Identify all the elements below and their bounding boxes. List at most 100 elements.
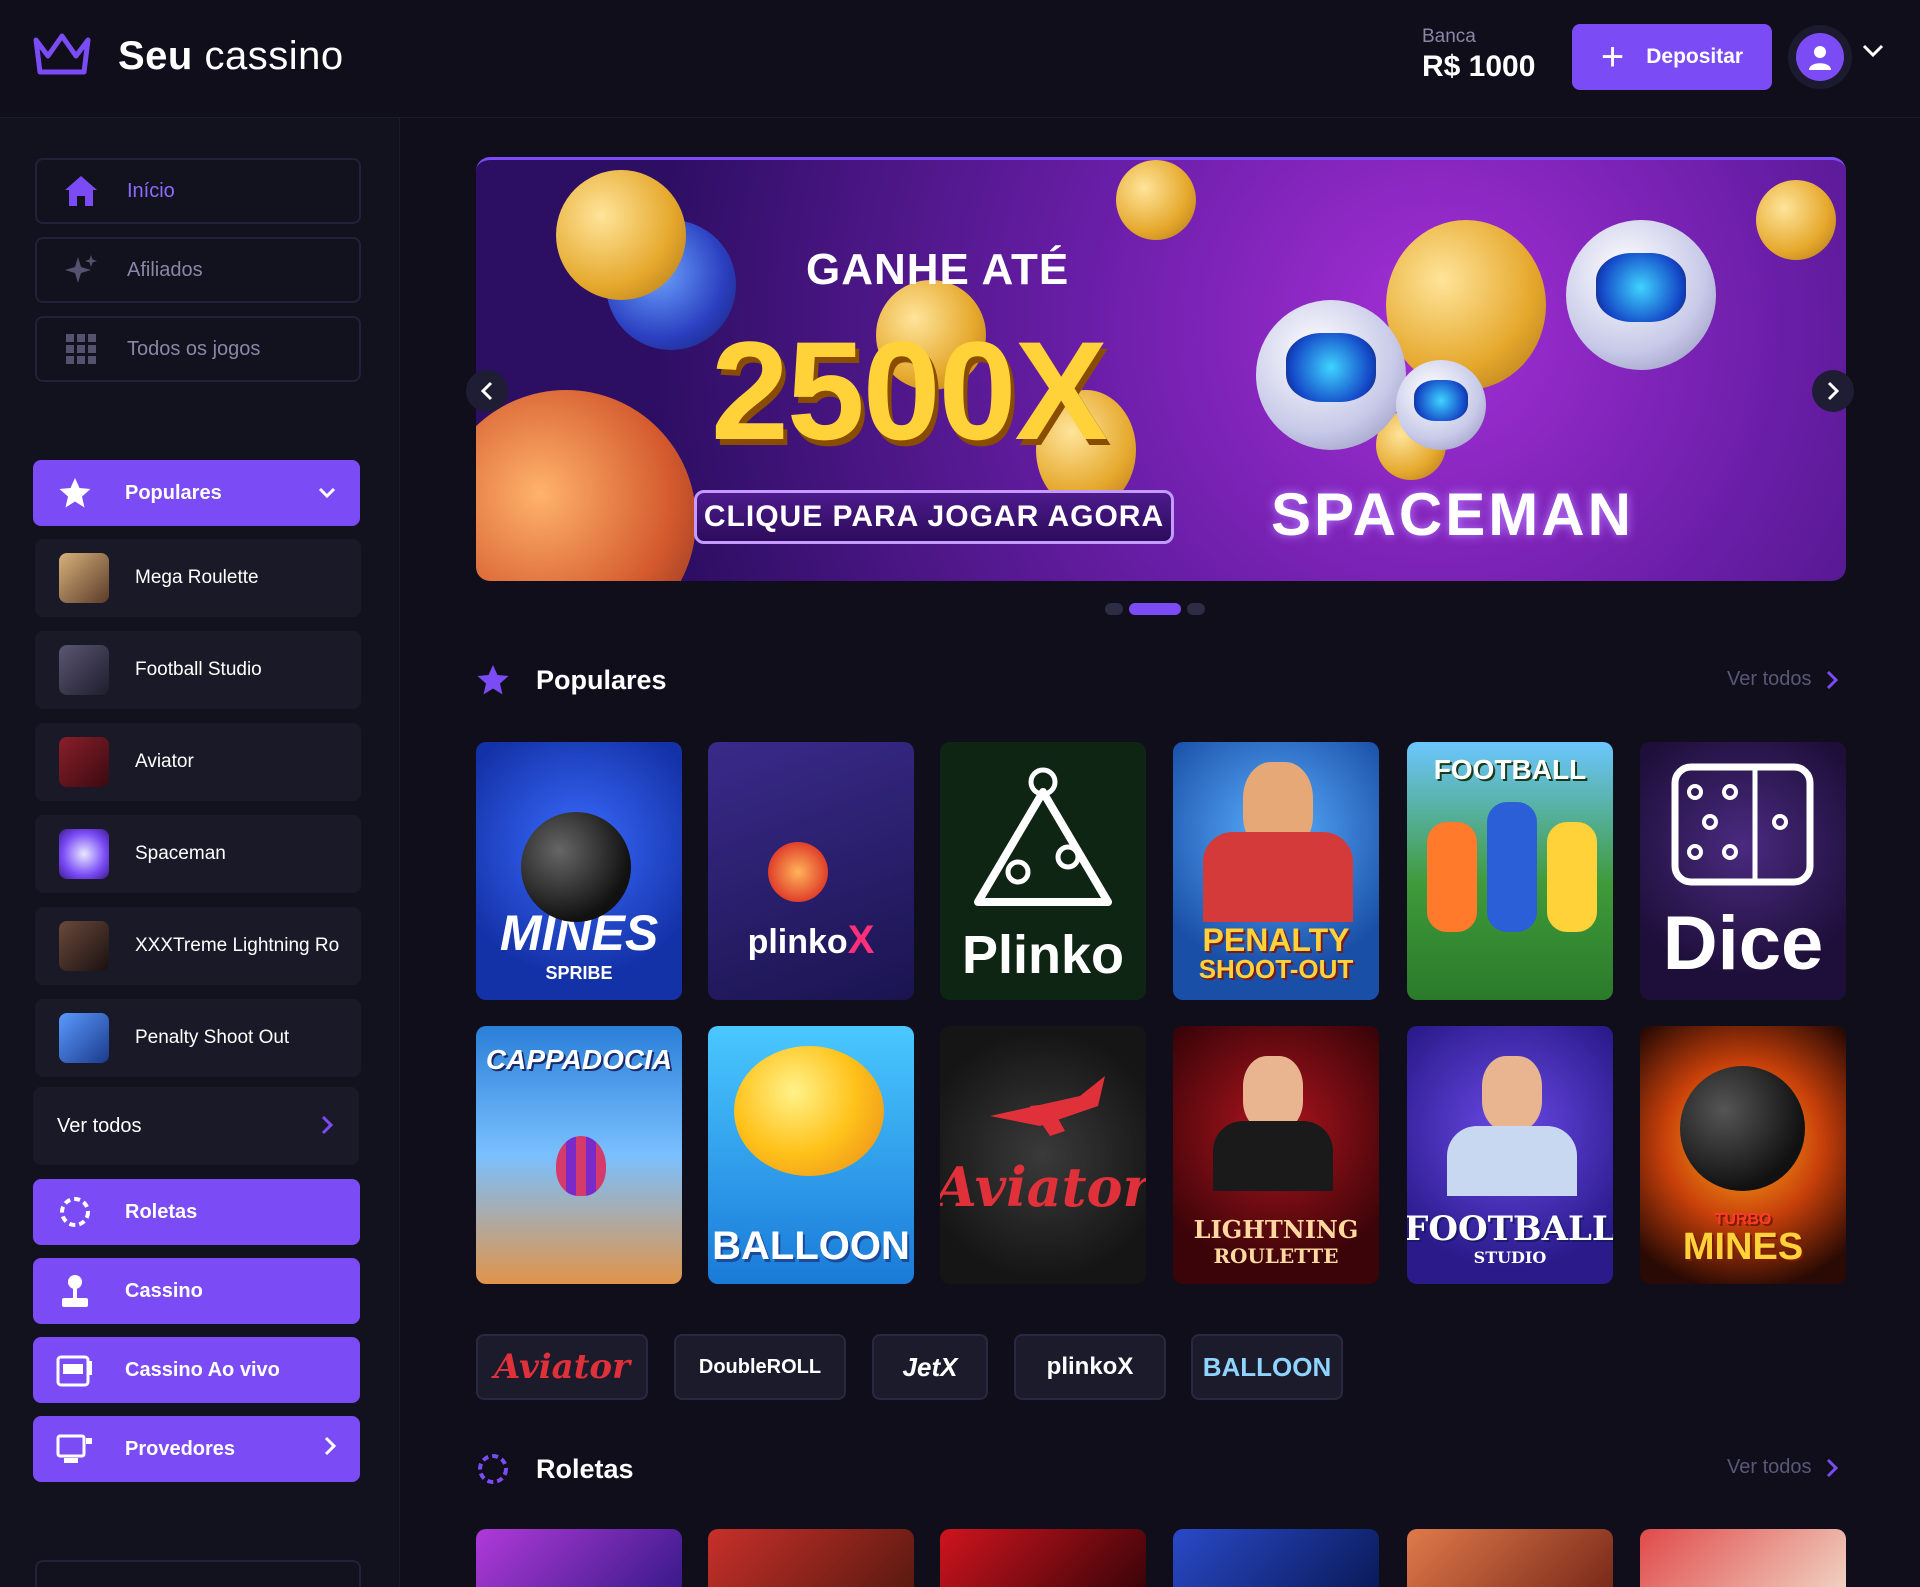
game-card-football-studio[interactable]: FOOTBALL STUDIO <box>1407 1026 1613 1284</box>
player-graphic <box>1547 822 1597 932</box>
roleta-card[interactable] <box>940 1529 1146 1587</box>
banner-cta-button[interactable]: CLIQUE PARA JOGAR AGORA <box>694 490 1174 544</box>
astronaut-graphic <box>1256 300 1406 450</box>
game-label: Penalty Shoot Out <box>135 1027 290 1048</box>
provider-aviator[interactable]: Aviator <box>476 1334 648 1400</box>
populares-toggle[interactable]: Populares <box>33 460 360 526</box>
sidebar-game-penalty-shoot-out[interactable]: Penalty Shoot Out <box>35 999 361 1077</box>
provider-label: plinkoX <box>1046 1353 1134 1380</box>
game-card-footballx[interactable]: FOOTBALL <box>1407 742 1613 1000</box>
ver-todos-label: Ver todos <box>1727 668 1812 690</box>
carousel-dot-active[interactable] <box>1129 603 1181 615</box>
populares-ver-todos[interactable]: Ver todos <box>1727 668 1838 691</box>
chevron-right-icon <box>321 1115 334 1141</box>
carousel-dot[interactable] <box>1105 603 1123 615</box>
game-thumbnail <box>59 737 109 787</box>
promo-banner[interactable]: GANHE ATÉ 2500X CLIQUE PARA JOGAR AGORA … <box>476 157 1846 581</box>
sidebar-provedores[interactable]: Provedores <box>33 1416 360 1482</box>
game-card-dice[interactable]: Dice <box>1640 742 1846 1000</box>
game-card-cappadocia[interactable]: CAPPADOCIA <box>476 1026 682 1284</box>
astronaut-graphic <box>1396 360 1486 450</box>
chevron-right-icon <box>1826 670 1838 689</box>
sidebar-game-aviator[interactable]: Aviator <box>35 723 361 801</box>
host-shirt-graphic <box>1447 1126 1577 1196</box>
carousel-prev-button[interactable] <box>466 370 508 412</box>
nav-todos-os-jogos[interactable]: Todos os jogos <box>35 316 361 382</box>
balloon-graphic <box>734 1046 884 1176</box>
game-card-xxxtreme-lightning-roulette[interactable]: LIGHTNING ROULETTE <box>1173 1026 1379 1284</box>
sparkles-icon <box>61 253 101 287</box>
section-label: Roletas <box>125 1200 198 1223</box>
carousel-dot[interactable] <box>1187 603 1205 615</box>
sidebar-ver-todos[interactable]: Ver todos <box>33 1087 359 1165</box>
section-title-text: Roletas <box>536 1453 634 1484</box>
populares-label: Populares <box>125 481 222 504</box>
sidebar-game-football-studio[interactable]: Football Studio <box>35 631 361 709</box>
player-graphic <box>1487 802 1537 932</box>
user-menu[interactable] <box>1788 25 1852 89</box>
player-shirt-graphic <box>1203 832 1353 922</box>
nav-label: Início <box>127 179 175 202</box>
game-card-penalty-shoot-out[interactable]: PENALTY SHOOT-OUT <box>1173 742 1379 1000</box>
roleta-card[interactable] <box>476 1529 682 1587</box>
bomb-icon <box>1680 1066 1805 1191</box>
sidebar-game-mega-roulette[interactable]: Mega Roulette <box>35 539 361 617</box>
provider-icon <box>55 1432 95 1466</box>
balance-value: R$ 1000 <box>1422 50 1536 83</box>
provider-plinkox[interactable]: plinkoX <box>1014 1334 1166 1400</box>
plus-icon: + <box>1600 35 1625 79</box>
game-title: FOOTBALL STUDIO <box>1407 1209 1613 1267</box>
star-icon <box>477 665 509 695</box>
sidebar-game-xxxtreme-lightning[interactable]: XXXTreme Lightning Ro <box>35 907 361 985</box>
sidebar-roletas[interactable]: Roletas <box>33 1179 360 1245</box>
nav-label: Todos os jogos <box>127 337 261 360</box>
carousel-next-button[interactable] <box>1812 370 1854 412</box>
game-label: Spaceman <box>135 843 226 864</box>
deposit-button[interactable]: + Depositar <box>1572 24 1772 90</box>
game-card-turbo-mines[interactable]: TURBO MINES <box>1640 1026 1846 1284</box>
planet-graphic <box>476 390 696 581</box>
crown-icon <box>32 30 92 83</box>
roleta-card[interactable] <box>1173 1529 1379 1587</box>
roletas-ver-todos[interactable]: Ver todos <box>1727 1456 1838 1479</box>
dice-icon <box>1671 763 1814 886</box>
site-logo[interactable]: Seu cassino <box>32 30 344 83</box>
game-card-aviator[interactable]: Aviator <box>940 1026 1146 1284</box>
roleta-card[interactable] <box>708 1529 914 1587</box>
game-thumbnail <box>59 645 109 695</box>
sidebar-game-spaceman[interactable]: Spaceman <box>35 815 361 893</box>
banner-multiplier: 2500X <box>711 312 1108 469</box>
roleta-card[interactable] <box>1407 1529 1613 1587</box>
game-thumbnail <box>59 1013 109 1063</box>
chevron-down-icon <box>318 482 336 505</box>
provider-doubleroll[interactable]: DoubleROLL <box>674 1334 846 1400</box>
provider-balloon[interactable]: BALLOON <box>1191 1334 1343 1400</box>
game-title: Aviator <box>940 1155 1146 1219</box>
section-title-text: Populares <box>536 664 667 695</box>
game-thumbnail <box>59 921 109 971</box>
roleta-card[interactable] <box>1640 1529 1846 1587</box>
sidebar-cassino-ao-vivo[interactable]: Cassino Ao vivo <box>33 1337 360 1403</box>
sidebar-cassino[interactable]: Cassino <box>33 1258 360 1324</box>
sidebar-extra-item[interactable] <box>35 1560 361 1587</box>
coin-graphic <box>1386 220 1546 390</box>
user-icon <box>1809 46 1831 70</box>
chevron-down-icon[interactable] <box>1862 44 1884 63</box>
airplane-icon <box>990 1076 1105 1136</box>
game-card-balloon[interactable]: BALLOON <box>708 1026 914 1284</box>
grid-icon <box>61 334 101 364</box>
bomb-icon <box>521 812 631 922</box>
game-thumbnail <box>59 829 109 879</box>
balance-label: Banca <box>1422 26 1476 47</box>
provider-label: Aviator <box>494 1347 630 1387</box>
game-card-mines[interactable]: MINES SPRIBE <box>476 742 682 1000</box>
game-title: CAPPADOCIA <box>485 1044 673 1075</box>
nav-afiliados[interactable]: Afiliados <box>35 237 361 303</box>
game-thumbnail <box>59 553 109 603</box>
provider-jetx[interactable]: JetX <box>872 1334 988 1400</box>
player-graphic <box>1427 822 1477 932</box>
game-card-plinkox[interactable]: plinkoX <box>708 742 914 1000</box>
game-card-plinko[interactable]: Plinko <box>940 742 1146 1000</box>
nav-inicio[interactable]: Início <box>35 158 361 224</box>
chevron-left-icon <box>481 381 493 401</box>
